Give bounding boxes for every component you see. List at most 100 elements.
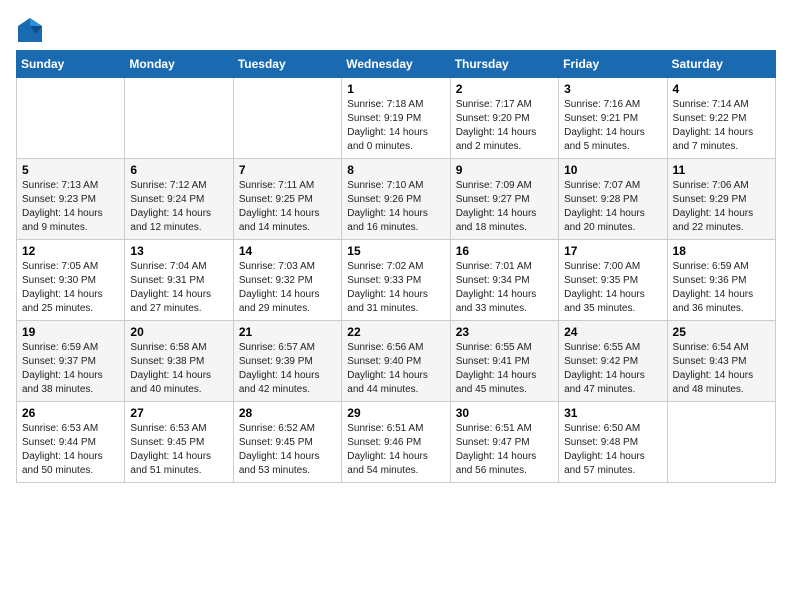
calendar-cell <box>17 78 125 159</box>
day-info: Sunrise: 6:55 AM Sunset: 9:42 PM Dayligh… <box>564 341 661 397</box>
calendar-cell: 12 Sunrise: 7:05 AM Sunset: 9:30 PM Dayli… <box>17 240 125 321</box>
day-number: 30 <box>456 406 553 420</box>
day-number: 10 <box>564 163 661 177</box>
day-number: 24 <box>564 325 661 339</box>
day-number: 12 <box>22 244 119 258</box>
day-info: Sunrise: 7:16 AM Sunset: 9:21 PM Dayligh… <box>564 98 661 154</box>
day-info: Sunrise: 7:12 AM Sunset: 9:24 PM Dayligh… <box>130 179 227 235</box>
calendar-cell: 25 Sunrise: 6:54 AM Sunset: 9:43 PM Dayli… <box>667 321 775 402</box>
day-info: Sunrise: 7:00 AM Sunset: 9:35 PM Dayligh… <box>564 260 661 316</box>
weekday-header-saturday: Saturday <box>667 51 775 78</box>
day-info: Sunrise: 7:02 AM Sunset: 9:33 PM Dayligh… <box>347 260 444 316</box>
calendar-cell: 26Sunrise: 6:53 AM Sunset: 9:44 PM Dayli… <box>17 402 125 483</box>
day-number: 20 <box>130 325 227 339</box>
calendar-cell: 28 Sunrise: 6:52 AM Sunset: 9:45 PM Dayli… <box>233 402 341 483</box>
day-info: Sunrise: 6:56 AM Sunset: 9:40 PM Dayligh… <box>347 341 444 397</box>
calendar-cell: 3 Sunrise: 7:16 AM Sunset: 9:21 PM Daylig… <box>559 78 667 159</box>
calendar-cell: 17Sunrise: 7:00 AM Sunset: 9:35 PM Dayli… <box>559 240 667 321</box>
day-info: Sunrise: 7:18 AM Sunset: 9:19 PM Dayligh… <box>347 98 444 154</box>
calendar-cell: 19 Sunrise: 6:59 AM Sunset: 9:37 PM Dayli… <box>17 321 125 402</box>
day-number: 4 <box>673 82 770 96</box>
day-number: 18 <box>673 244 770 258</box>
weekday-header-sunday: Sunday <box>17 51 125 78</box>
calendar-week-row: 5 Sunrise: 7:13 AM Sunset: 9:23 PM Daylig… <box>17 159 776 240</box>
calendar-cell <box>125 78 233 159</box>
day-number: 23 <box>456 325 553 339</box>
day-number: 26 <box>22 406 119 420</box>
calendar-cell: 2 Sunrise: 7:17 AM Sunset: 9:20 PM Daylig… <box>450 78 558 159</box>
weekday-header-wednesday: Wednesday <box>342 51 450 78</box>
day-number: 19 <box>22 325 119 339</box>
calendar-cell: 6 Sunrise: 7:12 AM Sunset: 9:24 PM Daylig… <box>125 159 233 240</box>
day-info: Sunrise: 6:51 AM Sunset: 9:47 PM Dayligh… <box>456 422 553 478</box>
day-info: Sunrise: 7:04 AM Sunset: 9:31 PM Dayligh… <box>130 260 227 316</box>
calendar-week-row: 1 Sunrise: 7:18 AM Sunset: 9:19 PM Daylig… <box>17 78 776 159</box>
day-info: Sunrise: 7:03 AM Sunset: 9:32 PM Dayligh… <box>239 260 336 316</box>
day-number: 21 <box>239 325 336 339</box>
day-info: Sunrise: 7:11 AM Sunset: 9:25 PM Dayligh… <box>239 179 336 235</box>
day-info: Sunrise: 6:59 AM Sunset: 9:37 PM Dayligh… <box>22 341 119 397</box>
logo-icon <box>16 16 44 44</box>
calendar-cell: 31 Sunrise: 6:50 AM Sunset: 9:48 PM Dayli… <box>559 402 667 483</box>
calendar-cell: 24 Sunrise: 6:55 AM Sunset: 9:42 PM Dayli… <box>559 321 667 402</box>
calendar-cell: 11 Sunrise: 7:06 AM Sunset: 9:29 PM Dayli… <box>667 159 775 240</box>
logo <box>16 16 50 44</box>
calendar-cell <box>667 402 775 483</box>
day-number: 9 <box>456 163 553 177</box>
day-number: 2 <box>456 82 553 96</box>
calendar-cell: 30 Sunrise: 6:51 AM Sunset: 9:47 PM Dayli… <box>450 402 558 483</box>
calendar-cell: 13 Sunrise: 7:04 AM Sunset: 9:31 PM Dayli… <box>125 240 233 321</box>
day-number: 28 <box>239 406 336 420</box>
day-info: Sunrise: 7:07 AM Sunset: 9:28 PM Dayligh… <box>564 179 661 235</box>
day-number: 7 <box>239 163 336 177</box>
day-number: 8 <box>347 163 444 177</box>
day-info: Sunrise: 7:09 AM Sunset: 9:27 PM Dayligh… <box>456 179 553 235</box>
day-number: 5 <box>22 163 119 177</box>
page-header <box>16 16 776 44</box>
day-info: Sunrise: 7:13 AM Sunset: 9:23 PM Dayligh… <box>22 179 119 235</box>
calendar-table: SundayMondayTuesdayWednesdayThursdayFrid… <box>16 50 776 483</box>
day-info: Sunrise: 7:10 AM Sunset: 9:26 PM Dayligh… <box>347 179 444 235</box>
day-number: 25 <box>673 325 770 339</box>
day-info: Sunrise: 6:50 AM Sunset: 9:48 PM Dayligh… <box>564 422 661 478</box>
day-info: Sunrise: 7:06 AM Sunset: 9:29 PM Dayligh… <box>673 179 770 235</box>
day-number: 11 <box>673 163 770 177</box>
calendar-cell: 7 Sunrise: 7:11 AM Sunset: 9:25 PM Daylig… <box>233 159 341 240</box>
day-info: Sunrise: 6:57 AM Sunset: 9:39 PM Dayligh… <box>239 341 336 397</box>
day-info: Sunrise: 7:05 AM Sunset: 9:30 PM Dayligh… <box>22 260 119 316</box>
calendar-cell: 15Sunrise: 7:02 AM Sunset: 9:33 PM Dayli… <box>342 240 450 321</box>
day-number: 13 <box>130 244 227 258</box>
calendar-cell: 21 Sunrise: 6:57 AM Sunset: 9:39 PM Dayli… <box>233 321 341 402</box>
calendar-cell: 10 Sunrise: 7:07 AM Sunset: 9:28 PM Dayli… <box>559 159 667 240</box>
day-number: 3 <box>564 82 661 96</box>
calendar-week-row: 19 Sunrise: 6:59 AM Sunset: 9:37 PM Dayli… <box>17 321 776 402</box>
day-number: 22 <box>347 325 444 339</box>
calendar-cell: 29 Sunrise: 6:51 AM Sunset: 9:46 PM Dayli… <box>342 402 450 483</box>
calendar-cell: 18Sunrise: 6:59 AM Sunset: 9:36 PM Dayli… <box>667 240 775 321</box>
day-info: Sunrise: 6:51 AM Sunset: 9:46 PM Dayligh… <box>347 422 444 478</box>
day-number: 6 <box>130 163 227 177</box>
calendar-cell: 5 Sunrise: 7:13 AM Sunset: 9:23 PM Daylig… <box>17 159 125 240</box>
day-number: 31 <box>564 406 661 420</box>
day-info: Sunrise: 7:14 AM Sunset: 9:22 PM Dayligh… <box>673 98 770 154</box>
weekday-header-row: SundayMondayTuesdayWednesdayThursdayFrid… <box>17 51 776 78</box>
calendar-cell: 27 Sunrise: 6:53 AM Sunset: 9:45 PM Dayli… <box>125 402 233 483</box>
day-info: Sunrise: 6:52 AM Sunset: 9:45 PM Dayligh… <box>239 422 336 478</box>
day-info: Sunrise: 7:17 AM Sunset: 9:20 PM Dayligh… <box>456 98 553 154</box>
day-info: Sunrise: 7:01 AM Sunset: 9:34 PM Dayligh… <box>456 260 553 316</box>
day-info: Sunrise: 6:55 AM Sunset: 9:41 PM Dayligh… <box>456 341 553 397</box>
day-number: 27 <box>130 406 227 420</box>
calendar-cell: 1 Sunrise: 7:18 AM Sunset: 9:19 PM Daylig… <box>342 78 450 159</box>
weekday-header-monday: Monday <box>125 51 233 78</box>
day-info: Sunrise: 6:53 AM Sunset: 9:45 PM Dayligh… <box>130 422 227 478</box>
day-number: 14 <box>239 244 336 258</box>
calendar-cell: 9 Sunrise: 7:09 AM Sunset: 9:27 PM Daylig… <box>450 159 558 240</box>
day-info: Sunrise: 6:58 AM Sunset: 9:38 PM Dayligh… <box>130 341 227 397</box>
day-number: 1 <box>347 82 444 96</box>
weekday-header-thursday: Thursday <box>450 51 558 78</box>
calendar-cell: 8 Sunrise: 7:10 AM Sunset: 9:26 PM Daylig… <box>342 159 450 240</box>
calendar-cell: 16 Sunrise: 7:01 AM Sunset: 9:34 PM Dayli… <box>450 240 558 321</box>
day-number: 16 <box>456 244 553 258</box>
day-number: 29 <box>347 406 444 420</box>
day-info: Sunrise: 6:54 AM Sunset: 9:43 PM Dayligh… <box>673 341 770 397</box>
